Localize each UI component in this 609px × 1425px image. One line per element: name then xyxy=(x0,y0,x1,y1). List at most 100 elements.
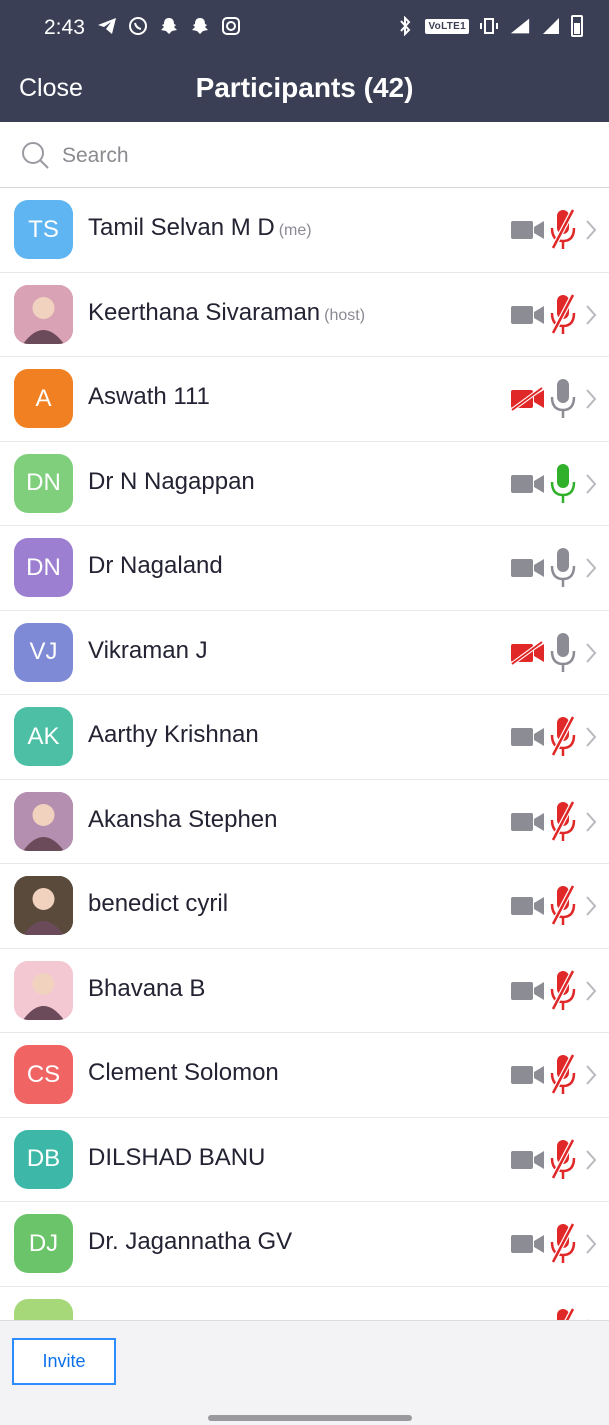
chevron-right-icon[interactable] xyxy=(585,557,597,579)
whatsapp-icon xyxy=(127,14,149,38)
video-camera-icon[interactable] xyxy=(510,303,546,327)
participant-name-group: Keerthana Sivaraman (host) xyxy=(88,299,365,327)
invite-button[interactable]: Invite xyxy=(12,1338,116,1385)
avatar: A xyxy=(14,369,73,428)
video-camera-icon[interactable] xyxy=(510,472,546,496)
chevron-right-icon[interactable] xyxy=(585,726,597,748)
participant-name-group: benedict cyril xyxy=(88,890,228,918)
participant-name-group: Aarthy Krishnan xyxy=(88,721,259,749)
snapchat-icon xyxy=(189,14,211,38)
microphone-icon[interactable] xyxy=(549,546,577,590)
video-camera-icon[interactable] xyxy=(510,894,546,918)
avatar xyxy=(14,791,73,851)
avatar: DJ xyxy=(14,1214,73,1273)
participant-row[interactable]: Keerthana Sivaraman (host) xyxy=(0,273,609,357)
participant-name-group: Tamil Selvan M D (me) xyxy=(88,214,312,242)
participant-name-group: Clement Solomon xyxy=(88,1059,279,1087)
chevron-right-icon[interactable] xyxy=(585,980,597,1002)
participant-row[interactable]: benedict cyril xyxy=(0,864,609,949)
avatar: VJ xyxy=(14,622,73,682)
participant-name: DILSHAD BANU xyxy=(88,1143,266,1171)
participant-row[interactable]: DB DILSHAD BANU xyxy=(0,1118,609,1202)
avatar-initials: TS xyxy=(28,215,59,243)
mic-muted-icon[interactable] xyxy=(549,800,577,844)
mic-muted-icon[interactable] xyxy=(549,1222,577,1266)
video-off-icon[interactable] xyxy=(510,386,546,412)
volte-badge: VoLTE1 xyxy=(425,18,469,34)
participant-row[interactable]: DJ Dr. Jagannatha GV xyxy=(0,1202,609,1287)
instagram-icon xyxy=(220,14,242,38)
chevron-right-icon[interactable] xyxy=(585,473,597,495)
bluetooth-icon xyxy=(394,14,416,38)
chevron-right-icon[interactable] xyxy=(585,811,597,833)
avatar: CS xyxy=(14,1045,73,1104)
participant-row[interactable]: AK Aarthy Krishnan xyxy=(0,695,609,780)
mic-muted-icon[interactable] xyxy=(549,208,577,252)
chevron-right-icon[interactable] xyxy=(585,1149,597,1171)
mic-muted-icon[interactable] xyxy=(549,1138,577,1182)
participant-row[interactable]: DN Dr Nagaland xyxy=(0,526,609,611)
chevron-right-icon[interactable] xyxy=(585,642,597,664)
avatar-initials: AK xyxy=(27,722,60,750)
participant-role: (host) xyxy=(324,306,366,324)
home-indicator[interactable] xyxy=(208,1415,412,1421)
participant-name: Keerthana Sivaraman xyxy=(88,298,321,326)
avatar xyxy=(14,284,73,344)
mic-muted-icon[interactable] xyxy=(549,1307,577,1320)
participant-row[interactable]: A Aswath 111 xyxy=(0,357,609,442)
mic-muted-icon[interactable] xyxy=(549,1053,577,1097)
video-camera-icon[interactable] xyxy=(510,979,546,1003)
footer-bar: Invite xyxy=(0,1320,609,1425)
avatar: DN xyxy=(14,538,73,597)
participant-row[interactable]: Akansha Stephen xyxy=(0,780,609,864)
participant-name: Dr. Jagannatha GV xyxy=(88,1228,293,1255)
participant-row[interactable]: DN Dr N Nagappan xyxy=(0,442,609,526)
chevron-right-icon[interactable] xyxy=(585,1233,597,1255)
battery-icon xyxy=(571,15,583,37)
participant-row[interactable]: CS Clement Solomon xyxy=(0,1033,609,1118)
mic-muted-icon[interactable] xyxy=(549,715,577,759)
snapchat-icon xyxy=(158,14,180,38)
mic-muted-icon[interactable] xyxy=(549,969,577,1013)
microphone-icon[interactable] xyxy=(549,631,577,675)
video-camera-icon[interactable] xyxy=(510,725,546,749)
search-input[interactable] xyxy=(62,140,562,172)
video-camera-icon[interactable] xyxy=(510,810,546,834)
participant-name: Akansha Stephen xyxy=(88,805,278,833)
participant-row[interactable]: VJ Vikraman J xyxy=(0,611,609,695)
participant-name: Aswath 111 xyxy=(88,383,210,410)
video-off-icon[interactable] xyxy=(510,639,546,666)
participant-name-group: Bhavana B xyxy=(88,975,205,1003)
chevron-right-icon[interactable] xyxy=(585,895,597,917)
avatar-initials: DJ xyxy=(28,1229,59,1257)
participant-row[interactable] xyxy=(0,1287,609,1320)
chevron-right-icon[interactable] xyxy=(585,219,597,241)
system-icons: VoLTE1 xyxy=(394,14,583,38)
avatar-initials: A xyxy=(35,384,52,412)
avatar-initials: VJ xyxy=(29,638,58,665)
video-camera-icon[interactable] xyxy=(510,1063,546,1087)
video-camera-icon[interactable] xyxy=(510,218,546,242)
chevron-right-icon[interactable] xyxy=(585,1064,597,1086)
telegram-icon xyxy=(96,14,118,38)
participant-name: Aarthy Krishnan xyxy=(88,721,259,748)
microphone-icon[interactable] xyxy=(549,462,577,506)
participant-name: Bhavana B xyxy=(88,974,206,1002)
mic-muted-icon[interactable] xyxy=(549,884,577,928)
chevron-right-icon[interactable] xyxy=(585,388,597,410)
participant-row[interactable]: TS Tamil Selvan M D (me) xyxy=(0,188,609,273)
participant-name-group: Dr. Jagannatha GV xyxy=(88,1228,292,1256)
chevron-right-icon[interactable] xyxy=(585,304,597,326)
avatar xyxy=(14,876,73,935)
video-camera-icon[interactable] xyxy=(510,1232,546,1256)
participant-name: Dr Nagaland xyxy=(88,552,223,579)
mic-muted-icon[interactable] xyxy=(549,293,577,337)
video-camera-icon[interactable] xyxy=(510,556,546,580)
participant-name: benedict cyril xyxy=(88,890,229,917)
search-bar xyxy=(0,122,609,188)
participant-list[interactable]: TS Tamil Selvan M D (me) Keerthana Sivarama… xyxy=(0,188,609,1320)
video-camera-icon[interactable] xyxy=(510,1148,546,1172)
microphone-icon[interactable] xyxy=(549,377,577,421)
avatar xyxy=(14,1298,73,1320)
participant-row[interactable]: Bhavana B xyxy=(0,949,609,1033)
